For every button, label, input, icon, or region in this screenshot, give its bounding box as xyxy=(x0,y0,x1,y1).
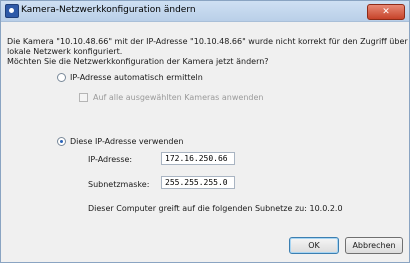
ip-address-input[interactable]: 172.16.250.66 xyxy=(161,152,235,165)
auto-ip-option[interactable]: IP-Adresse automatisch ermitteln xyxy=(57,73,203,82)
close-button[interactable]: ✕ xyxy=(367,4,405,20)
title-bar[interactable]: Kamera-Netzwerkkonfiguration ändern ✕ xyxy=(1,1,409,22)
apply-all-label: Auf alle ausgewählten Kameras anwenden xyxy=(93,93,264,102)
camera-app-icon xyxy=(5,4,19,18)
cancel-button[interactable]: Abbrechen xyxy=(345,237,403,254)
subnet-mask-label: Subnetzmaske: xyxy=(88,180,150,189)
manual-ip-option[interactable]: Diese IP-Adresse verwenden xyxy=(57,137,183,146)
message-line-1: Die Kamera "10.10.48.66" mit der IP-Adre… xyxy=(7,37,410,46)
subnet-mask-input[interactable]: 255.255.255.0 xyxy=(161,176,235,189)
window-title: Kamera-Netzwerkkonfiguration ändern xyxy=(21,5,196,15)
manual-ip-radio[interactable] xyxy=(57,137,66,146)
apply-all-checkbox[interactable] xyxy=(79,93,88,102)
subnet-info-text: Dieser Computer greift auf die folgenden… xyxy=(88,204,343,213)
message-text: Die Kamera "10.10.48.66" mit der IP-Adre… xyxy=(7,37,410,67)
manual-ip-label: Diese IP-Adresse verwenden xyxy=(70,137,184,146)
message-line-3: Möchten Sie die Netzwerkkonfiguration de… xyxy=(7,57,269,66)
message-line-2: lokale Netzwerk konfiguriert. xyxy=(7,47,123,56)
auto-ip-label: IP-Adresse automatisch ermitteln xyxy=(70,73,203,82)
auto-ip-radio[interactable] xyxy=(57,73,66,82)
dialog-window: Kamera-Netzwerkkonfiguration ändern ✕ Di… xyxy=(0,0,410,263)
ip-address-label: IP-Adresse: xyxy=(88,155,133,164)
ok-button[interactable]: OK xyxy=(289,237,339,254)
apply-all-option[interactable]: Auf alle ausgewählten Kameras anwenden xyxy=(79,93,263,102)
